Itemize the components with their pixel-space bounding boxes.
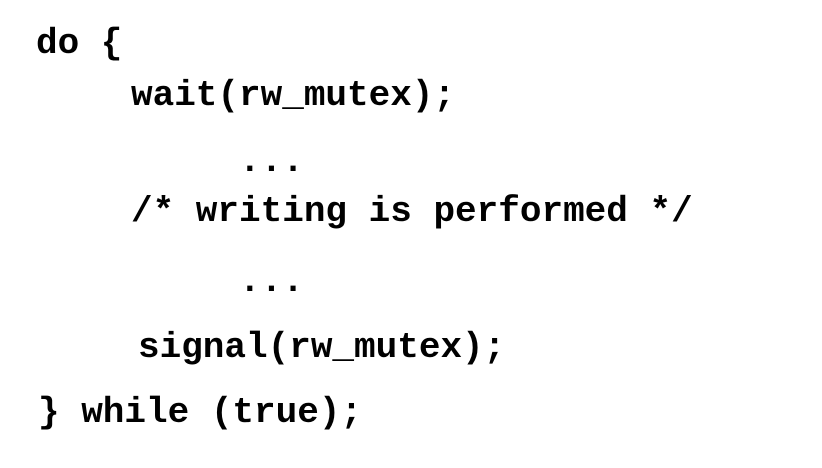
code-line-ellipsis-top: ...: [239, 141, 304, 182]
writer-code-block: do { wait(rw_mutex); ... /* writing is p…: [0, 0, 822, 468]
code-line-ellipsis-bottom: ...: [239, 261, 304, 302]
code-line-signal: signal(rw_mutex);: [138, 327, 506, 368]
code-line-do-open: do {: [36, 23, 123, 64]
code-line-while-close: } while (true);: [38, 392, 363, 433]
code-line-wait: wait(rw_mutex);: [131, 75, 456, 116]
code-line-comment: /* writing is performed */: [131, 191, 693, 232]
